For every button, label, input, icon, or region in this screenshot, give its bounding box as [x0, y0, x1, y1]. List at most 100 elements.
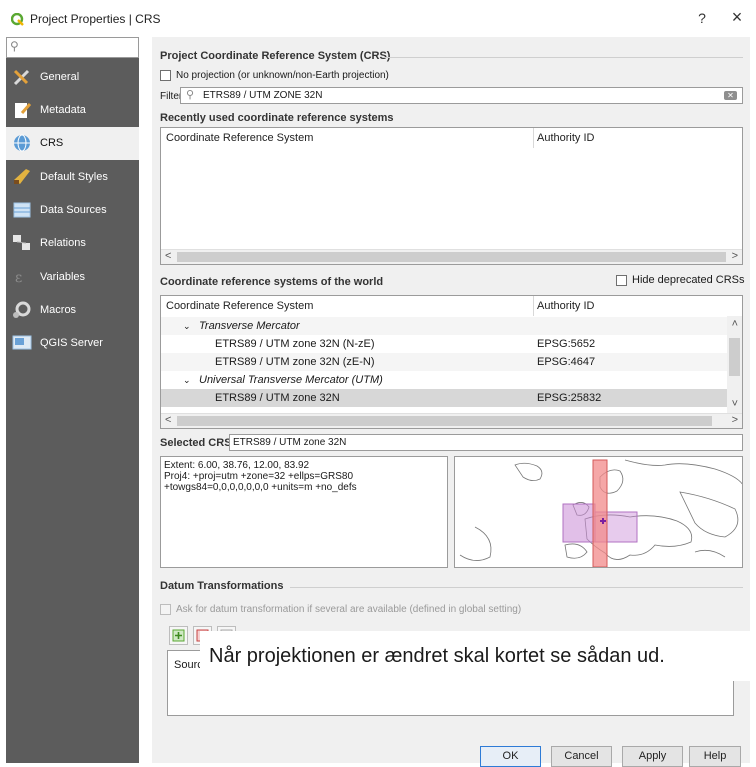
recent-col-authority: Authority ID	[537, 132, 595, 144]
tools-icon	[13, 69, 30, 86]
tree-group-row[interactable]: ⌄ Universal Transverse Mercator (UTM)	[161, 371, 727, 389]
crs-row-name: ETRS89 / UTM zone 32N (zE-N)	[215, 356, 375, 368]
world-crs-table[interactable]: Coordinate Reference System Authority ID…	[160, 295, 743, 429]
svg-text:ε: ε	[15, 270, 22, 286]
filter-value: ETRS89 / UTM ZONE 32N	[203, 90, 323, 101]
add-transformation-button[interactable]	[169, 626, 188, 645]
sidebar-item-label: QGIS Server	[40, 337, 103, 349]
instruction-caption: Når projektionen er ændret skal kortet s…	[200, 631, 753, 681]
group-divider	[383, 57, 743, 58]
help-titlebar-button[interactable]: ?	[692, 10, 712, 26]
sidebar-item-metadata[interactable]: Metadata	[6, 94, 139, 127]
ok-button[interactable]: OK	[480, 746, 541, 767]
qgis-logo-icon	[11, 13, 24, 26]
selected-crs-field[interactable]: ETRS89 / UTM zone 32N	[229, 434, 743, 451]
sidebar-item-label: Data Sources	[40, 204, 107, 216]
scrollbar-thumb[interactable]	[177, 416, 712, 426]
paintbrush-icon	[14, 169, 30, 184]
selected-crs-label: Selected CRS	[160, 437, 232, 449]
crs-zone-band	[592, 459, 608, 567]
scroll-down-icon[interactable]: ˅	[732, 398, 738, 410]
sidebar-item-label: Default Styles	[40, 171, 108, 183]
crs-row-name: ETRS89 / UTM zone 32N	[215, 392, 340, 404]
tree-group-label: Universal Transverse Mercator (UTM)	[199, 374, 383, 386]
search-icon: ⚲	[186, 89, 195, 101]
cancel-button[interactable]: Cancel	[551, 746, 612, 767]
crs-details-box: Extent: 6.00, 38.76, 12.00, 83.92 Proj4:…	[160, 456, 448, 568]
sidebar-item-variables[interactable]: ε Variables	[6, 261, 139, 294]
close-window-button[interactable]: ×	[726, 7, 748, 28]
sidebar-item-general[interactable]: General	[6, 61, 139, 94]
globe-icon	[14, 134, 30, 152]
crs-row-authority: EPSG:25832	[537, 392, 602, 404]
help-button[interactable]: Help	[689, 746, 741, 767]
sidebar-item-macros[interactable]: Macros	[6, 294, 139, 327]
scroll-right-icon[interactable]: >	[732, 250, 738, 262]
world-col-crs: Coordinate Reference System	[166, 300, 314, 312]
source-column-header: Sourc	[174, 659, 203, 671]
world-col-authority: Authority ID	[537, 300, 595, 312]
scroll-left-icon[interactable]: <	[165, 414, 171, 426]
metadata-icon	[15, 103, 32, 118]
sidebar: ⚲ General Metadata CRS Default Styles Da…	[6, 37, 139, 763]
recent-crs-table[interactable]: Coordinate Reference System Authority ID…	[160, 127, 743, 265]
variables-icon: ε	[15, 270, 22, 286]
clear-filter-icon[interactable]: ✕	[724, 91, 737, 100]
relations-icon	[13, 235, 30, 250]
search-icon: ⚲	[10, 39, 19, 53]
crs-row-selected[interactable]: ETRS89 / UTM zone 32N EPSG:25832	[161, 389, 727, 407]
expand-chevron-icon[interactable]: ⌄	[183, 317, 191, 335]
scrollbar-thumb[interactable]	[177, 252, 726, 262]
apply-button[interactable]: Apply	[622, 746, 683, 767]
sidebar-item-qgis-server[interactable]: QGIS Server	[6, 327, 139, 360]
recent-table-horizontal-scrollbar[interactable]: < >	[161, 249, 742, 264]
expand-chevron-icon[interactable]: ⌄	[183, 371, 191, 389]
sidebar-item-crs[interactable]: CRS	[6, 127, 139, 160]
column-separator	[533, 128, 534, 148]
proj4-line-1: Proj4: +proj=utm +zone=32 +ellps=GRS80	[164, 471, 354, 482]
sidebar-item-label: General	[40, 71, 80, 83]
column-separator	[533, 296, 534, 316]
datum-group-title: Datum Transformations	[160, 580, 284, 592]
no-projection-checkbox[interactable]	[160, 70, 171, 81]
filter-label: Filter	[160, 91, 183, 102]
sidebar-item-label: Relations	[40, 237, 86, 249]
crs-group-title: Project Coordinate Reference System (CRS…	[160, 50, 391, 62]
hide-deprecated-label: Hide deprecated CRSs	[632, 274, 745, 286]
ask-datum-checkbox[interactable]	[160, 604, 171, 615]
group-divider	[290, 587, 743, 588]
scroll-up-icon[interactable]: ˄	[732, 318, 738, 330]
crs-extent-map	[454, 456, 743, 568]
no-projection-label: No projection (or unknown/non-Earth proj…	[176, 70, 389, 81]
crs-row[interactable]: ETRS89 / UTM zone 32N (N-zE) EPSG:5652	[161, 335, 727, 353]
sidebar-item-label: Macros	[40, 304, 77, 316]
recent-crs-title: Recently used coordinate reference syste…	[160, 112, 394, 124]
world-crs-title: Coordinate reference systems of the worl…	[160, 276, 384, 288]
sidebar-item-default-styles[interactable]: Default Styles	[6, 161, 139, 194]
crs-settings-panel: Project Coordinate Reference System (CRS…	[152, 37, 753, 767]
tree-group-label: Transverse Mercator	[199, 320, 300, 332]
proj4-line-2: +towgs84=0,0,0,0,0,0,0 +units=m +no_defs	[164, 482, 357, 493]
world-table-horizontal-scrollbar[interactable]: < >	[161, 413, 742, 428]
crs-row-name: ETRS89 / UTM zone 32N (N-zE)	[215, 338, 375, 350]
hide-deprecated-checkbox[interactable]	[616, 275, 627, 286]
sidebar-item-label: Metadata	[40, 104, 86, 116]
ask-datum-label: Ask for datum transformation if several …	[176, 604, 522, 615]
scrollbar-thumb[interactable]	[729, 338, 740, 376]
scroll-right-icon[interactable]: >	[732, 414, 738, 426]
filter-input[interactable]: ⚲ ETRS89 / UTM ZONE 32N ✕	[180, 87, 743, 104]
europe-map-svg	[455, 457, 742, 567]
crs-row[interactable]: ETRS89 / UTM zone 32N (zE-N) EPSG:4647	[161, 353, 727, 371]
extent-text: Extent: 6.00, 38.76, 12.00, 83.92	[164, 460, 310, 471]
sidebar-search-input[interactable]: ⚲	[6, 37, 139, 58]
tree-group-row[interactable]: ⌄ Transverse Mercator	[161, 317, 727, 335]
title-bar: Project Properties | CRS ? ×	[0, 0, 756, 37]
crs-row-authority: EPSG:4647	[537, 356, 596, 368]
sidebar-item-label: CRS	[40, 137, 64, 149]
scroll-left-icon[interactable]: <	[165, 250, 171, 262]
table-icon	[13, 202, 31, 218]
sidebar-item-data-sources[interactable]: Data Sources	[6, 194, 139, 227]
recent-col-crs: Coordinate Reference System	[166, 132, 314, 144]
sidebar-item-relations[interactable]: Relations	[6, 227, 139, 260]
macros-icon	[13, 301, 31, 318]
